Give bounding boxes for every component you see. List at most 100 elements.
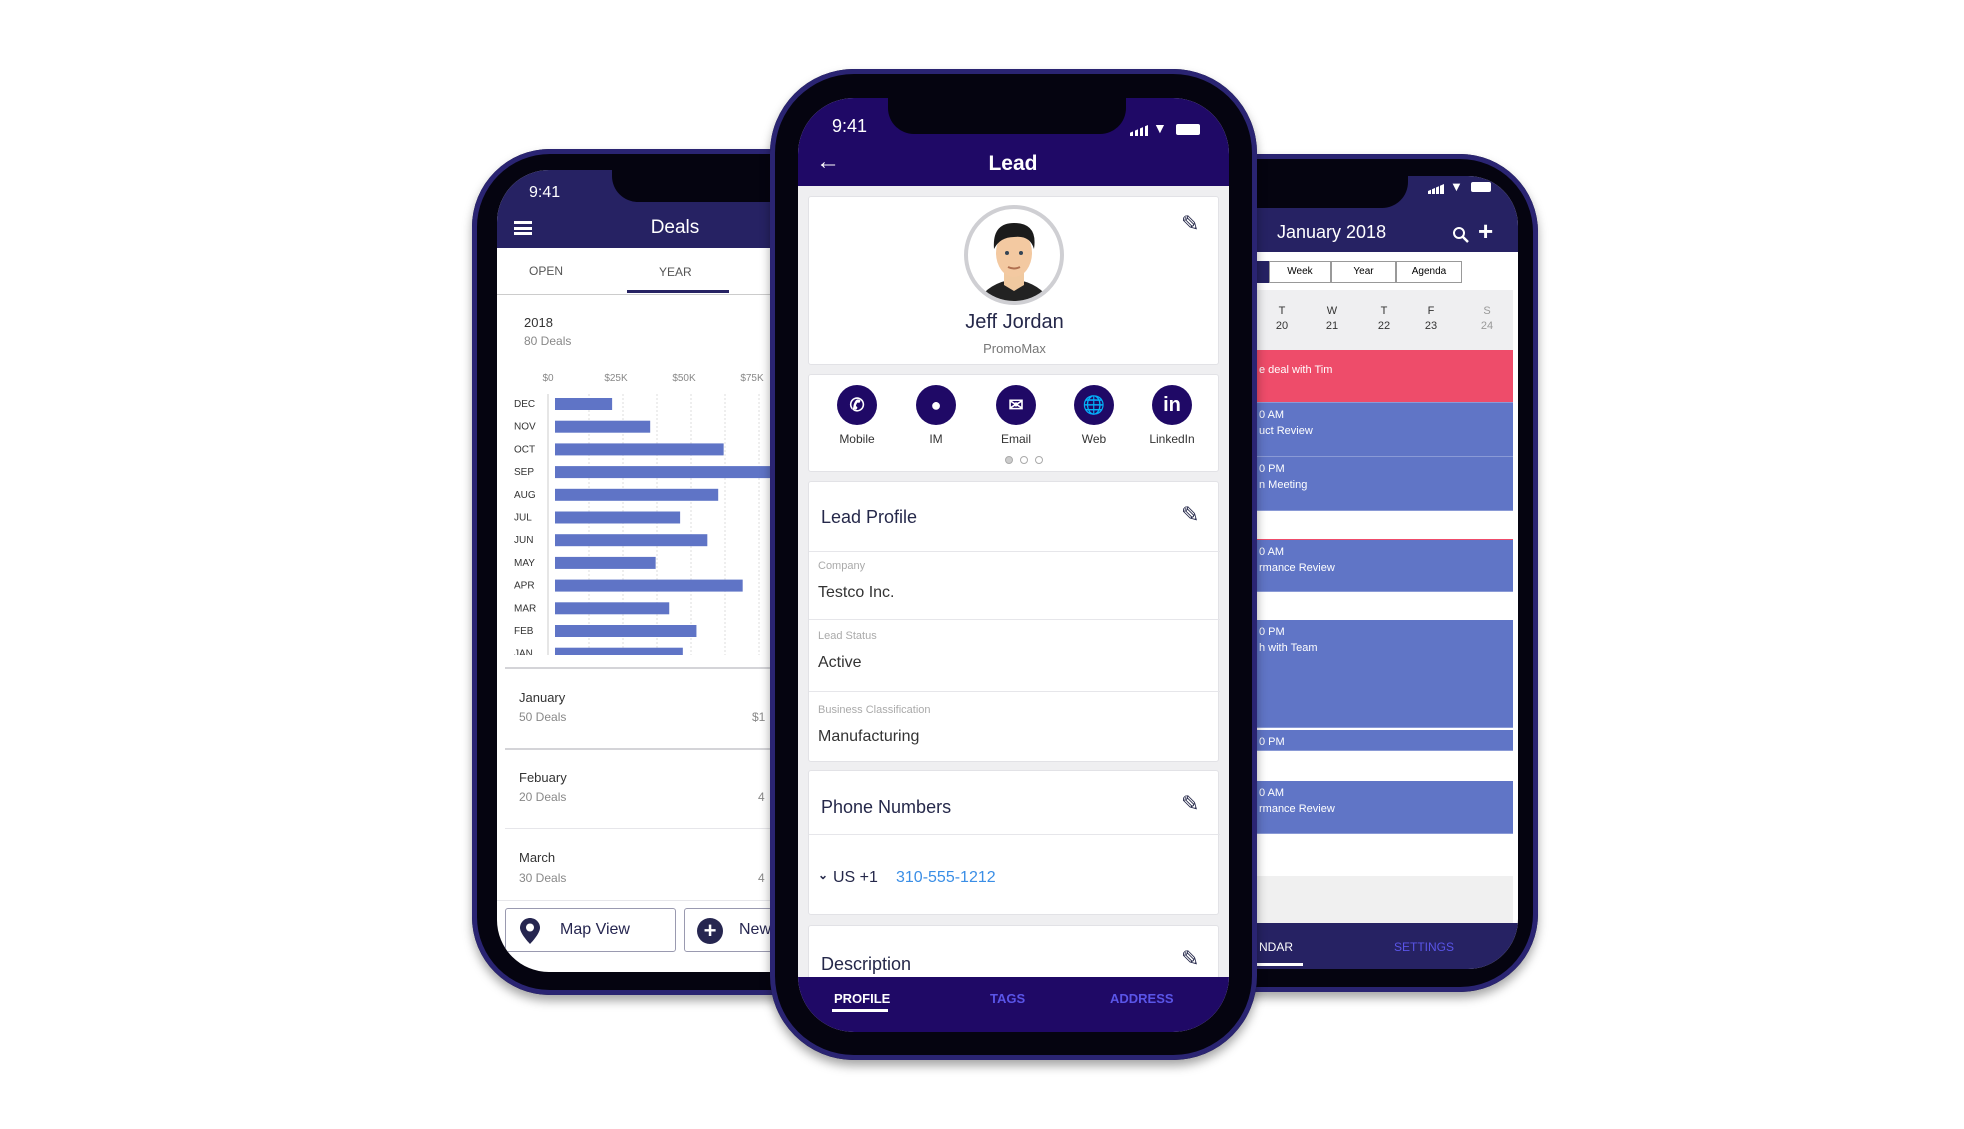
action-label: Web (1081, 432, 1107, 446)
day-column-header[interactable]: F 23 (1416, 304, 1446, 334)
event-time: 0 PM (1259, 736, 1285, 748)
day-letter: T (1278, 305, 1286, 317)
field-lead-status[interactable]: Active (818, 654, 862, 672)
actions-card: ✆ Mobile ● IM ✉ Email 🌐 Web in LinkedIn (808, 374, 1219, 472)
y-tick-label: FEB (514, 626, 534, 637)
row-month: January (519, 690, 566, 705)
action-email[interactable]: ✉ Email (986, 385, 1046, 455)
field-label: Business Classification (818, 704, 931, 716)
bar-oct (555, 443, 724, 456)
row-amount: 4 (758, 871, 765, 885)
field-label: Company (818, 560, 866, 572)
day-column-header[interactable]: S 24 (1472, 304, 1502, 334)
row-month: Febuary (519, 770, 567, 785)
wifi-icon: ▼ (1450, 179, 1463, 194)
battery-icon (1471, 182, 1491, 192)
bar-aug (555, 488, 719, 501)
day-column-header[interactable]: T 22 (1369, 304, 1399, 334)
bar-dec (555, 398, 613, 410)
search-icon[interactable] (1452, 226, 1470, 244)
phone-number-link[interactable]: 310-555-1212 (896, 869, 996, 887)
page-dot[interactable] (1035, 456, 1043, 464)
tab-open[interactable]: OPEN (529, 264, 563, 278)
action-label: Mobile (839, 432, 875, 446)
day-letter: W (1326, 305, 1338, 317)
x-tick-label: $0 (542, 373, 554, 384)
y-tick-label: JUN (514, 535, 533, 546)
contact-card: Jeff Jordan PromoMax ✎ (808, 196, 1219, 365)
add-event-icon[interactable]: + (1478, 216, 1493, 247)
bar-feb (555, 625, 697, 637)
day-column-header[interactable]: T 20 (1267, 304, 1297, 334)
avatar (964, 205, 1064, 305)
menu-icon[interactable] (514, 221, 532, 235)
globe-icon: 🌐 (1074, 385, 1114, 425)
tab-year[interactable]: YEAR (659, 265, 692, 279)
event-time: 0 AM (1259, 409, 1285, 421)
section-title: Description (821, 954, 912, 974)
field-label: Lead Status (818, 630, 877, 642)
action-mobile[interactable]: ✆ Mobile (827, 385, 887, 455)
tab-settings[interactable]: SETTINGS (1394, 940, 1454, 954)
edit-description-pencil-icon[interactable]: ✎ (1181, 946, 1199, 972)
contact-name: Jeff Jordan (965, 311, 1064, 333)
chevron-down-icon[interactable]: ⌄ (818, 868, 828, 882)
section-title: Phone Numbers (821, 797, 952, 817)
y-tick-label: MAR (514, 603, 536, 614)
view-agenda[interactable]: Agenda (1396, 261, 1462, 283)
map-view-button[interactable]: Map View (505, 908, 676, 952)
edit-phone-pencil-icon[interactable]: ✎ (1181, 791, 1199, 817)
action-web[interactable]: 🌐 Web (1064, 385, 1124, 455)
tab-calendar[interactable]: NDAR (1259, 940, 1293, 954)
country-code[interactable]: US +1 (833, 869, 878, 887)
bar-sep (555, 466, 787, 479)
event-time: e deal with Tim (1259, 364, 1333, 376)
phone-numbers-card: Phone Numbers ✎ ⌄ US +1 310-555-1212 (808, 770, 1220, 915)
event-title: rmance Review (1259, 562, 1335, 574)
tab-address[interactable]: ADDRESS (1110, 991, 1174, 1006)
day-column-header[interactable]: W 21 (1317, 304, 1347, 334)
back-arrow-icon[interactable]: ← (816, 148, 840, 176)
summary-deals: 80 Deals (524, 334, 572, 348)
field-business-classification[interactable]: Manufacturing (818, 728, 919, 746)
x-tick-label: $25K (604, 373, 628, 384)
field-company[interactable]: Testco Inc. (818, 584, 894, 602)
page-dot[interactable] (1020, 456, 1028, 464)
lead-tabbar: PROFILE TAGS ADDRESS (798, 977, 1229, 1032)
bar-may (555, 556, 656, 569)
tab-tags[interactable]: TAGS (990, 991, 1025, 1006)
day-letter: F (1427, 305, 1435, 317)
y-tick-label: SEP (514, 467, 534, 478)
battery-icon (1176, 124, 1200, 135)
event-time: 0 PM (1259, 626, 1285, 638)
view-year[interactable]: Year (1331, 261, 1396, 283)
event-time: 0 AM (1259, 787, 1285, 799)
action-label: Email (1000, 432, 1031, 446)
edit-lead-profile-pencil-icon[interactable]: ✎ (1181, 502, 1199, 528)
view-week[interactable]: Week (1269, 261, 1331, 283)
page-title: Deals (650, 217, 700, 238)
day-number: 23 (1424, 320, 1438, 332)
action-label: LinkedIn (1149, 432, 1195, 446)
tab-profile[interactable]: PROFILE (834, 991, 890, 1006)
day-number: 24 (1480, 320, 1494, 332)
bar-jun (555, 534, 708, 547)
x-tick-label: $75K (740, 373, 764, 384)
y-tick-label: AUG (514, 490, 536, 501)
edit-contact-pencil-icon[interactable]: ✎ (1181, 211, 1199, 237)
bar-mar (555, 602, 670, 615)
status-time: 9:41 (832, 116, 868, 136)
status-time: 9:41 (529, 184, 561, 201)
page-dot[interactable] (1005, 456, 1013, 464)
lead-screen: 9:41 ▼ ← Lead Jeff Jordan PromoMax ✎ ✆ Mo… (798, 98, 1229, 1032)
lead-phone: 9:41 ▼ ← Lead Jeff Jordan PromoMax ✎ ✆ Mo… (770, 69, 1257, 1060)
action-linkedin[interactable]: in LinkedIn (1142, 385, 1202, 455)
row-amount: 4 (758, 790, 765, 804)
phone-icon: ✆ (837, 385, 877, 425)
lead-profile-card: Lead Profile ✎ Company Testco Inc. Lead … (808, 481, 1220, 762)
event-time: 0 PM (1259, 463, 1285, 475)
action-im[interactable]: ● IM (906, 385, 966, 455)
map-pin-icon (520, 918, 540, 944)
bar-jan (555, 647, 683, 655)
bar-apr (555, 579, 743, 592)
